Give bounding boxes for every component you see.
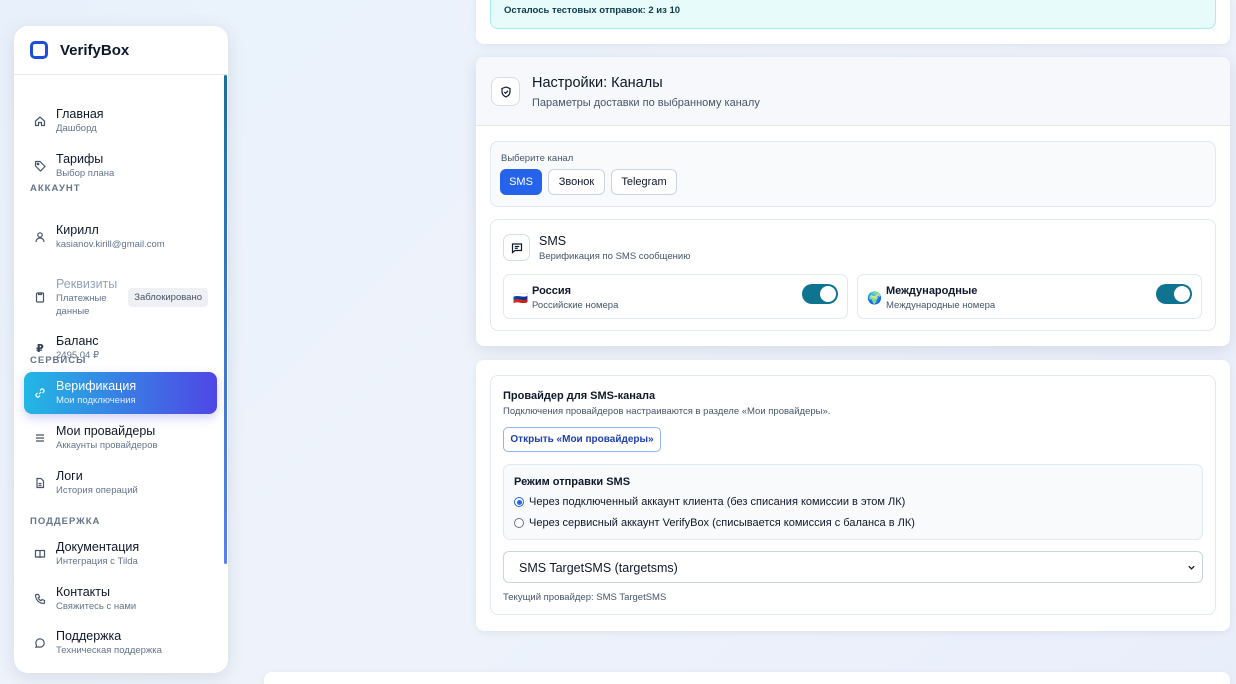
channel-select-label: Выберите канал (501, 153, 574, 164)
channel-option-telegram[interactable]: Telegram (611, 169, 677, 195)
radio-label: Через сервисный аккаунт VerifyBox (списы… (529, 517, 915, 529)
sidebar-item-providers[interactable]: Мои провайдеры Аккаунты провайдеров (24, 417, 217, 459)
region-title: Международные (886, 285, 978, 297)
globe-icon: 🌍 (867, 291, 882, 305)
sidebar-item-verification[interactable]: Верификация Мои подключения (24, 372, 217, 414)
sidebar-item-label: Тарифы (56, 152, 104, 166)
user-icon (24, 231, 56, 243)
sidebar-item-sub: История операций (56, 485, 138, 496)
sidebar-item-sub: kasianov.kirill@gmail.com (56, 239, 165, 250)
section-label-support: ПОДДЕРЖКА (30, 516, 101, 527)
current-provider-text: Текущий провайдер: SMS TargetSMS (503, 592, 667, 603)
channel-option-sms[interactable]: SMS (500, 169, 542, 195)
region-russia-toggle[interactable] (802, 284, 838, 304)
book-icon (24, 548, 56, 560)
radio-button[interactable] (514, 518, 524, 528)
channel-selector: Выберите канал SMS Звонок Telegram (490, 141, 1216, 207)
shield-check-icon (491, 77, 520, 106)
sidebar-item-sub: Свяжитесь с нами (56, 601, 137, 612)
test-sends-card: Осталось тестовых отправок: 2 из 10 (476, 0, 1230, 44)
section-label-account: АККАУНТ (30, 183, 81, 194)
sidebar-item-label: Документация (56, 540, 140, 554)
sidebar-item-sub: Платежные данные (56, 292, 107, 317)
channels-settings-card: Настройки: Каналы Параметры доставки по … (476, 57, 1230, 346)
region-international: 🌍 Международные Международные номера (857, 274, 1202, 319)
document-icon (24, 477, 56, 489)
sidebar-item-requisites[interactable]: Реквизиты Платежные данные Заблокировано (24, 271, 217, 323)
sidebar-item-label: Верификация (56, 379, 137, 393)
sidebar-item-sub: Выбор плана (56, 168, 115, 179)
sidebar-item-label: Баланс (56, 334, 99, 348)
channel-option-call[interactable]: Звонок (548, 169, 605, 195)
sms-title: SMS (539, 234, 567, 248)
provider-card: Провайдер для SMS-канала Подключения про… (476, 360, 1230, 631)
next-card (264, 672, 1230, 684)
logo-icon (30, 41, 48, 59)
sidebar-item-sub: Аккаунты провайдеров (56, 440, 158, 451)
section-label-services: СЕРВИСЫ (30, 355, 87, 366)
radio-button[interactable] (514, 497, 524, 507)
sms-mode-option-client[interactable]: Через подключенный аккаунт клиента (без … (514, 496, 905, 508)
region-international-toggle[interactable] (1156, 284, 1192, 304)
brand[interactable]: VerifyBox (14, 26, 228, 75)
sms-subtitle: Верификация по SMS сообщению (539, 251, 691, 262)
test-sends-text: Осталось тестовых отправок: 2 из 10 (504, 5, 681, 16)
russia-flag-icon: 🇷🇺 (513, 291, 528, 305)
provider-subtitle: Подключения провайдеров настраиваются в … (503, 406, 831, 417)
sidebar-item-label: Реквизиты (56, 276, 118, 291)
radio-label: Через подключенный аккаунт клиента (без … (529, 496, 906, 508)
chevron-down-icon (1188, 565, 1195, 570)
region-subtitle: Российские номера (532, 300, 619, 311)
sidebar-item-logs[interactable]: Логи История операций (24, 462, 217, 504)
channels-subtitle: Параметры доставки по выбранному каналу (532, 97, 760, 109)
chat-icon (24, 637, 56, 649)
sidebar-item-sub: Мои подключения (56, 395, 136, 406)
region-subtitle: Международные номера (886, 300, 996, 311)
sidebar: VerifyBox Главная Дашборд Тарифы Выбор п… (14, 26, 228, 673)
sms-mode-box: Режим отправки SMS Через подключенный ак… (503, 464, 1203, 540)
open-providers-button[interactable]: Открыть «Мои провайдеры» (503, 427, 661, 452)
sidebar-item-label: Поддержка (56, 629, 122, 643)
list-icon (24, 432, 56, 444)
message-icon (503, 234, 530, 261)
clipboard-icon (24, 291, 56, 303)
sidebar-item-sub: Дашборд (56, 123, 97, 134)
sidebar-item-profile[interactable]: Кирилл kasianov.kirill@gmail.com (24, 216, 217, 258)
sidebar-item-sub: Интеграция с Tilda (56, 556, 138, 567)
sidebar-item-label: Главная (56, 107, 104, 121)
channels-title: Настройки: Каналы (532, 75, 663, 91)
region-title: Россия (532, 285, 572, 297)
sidebar-item-docs[interactable]: Документация Интеграция с Tilda (24, 533, 217, 575)
locked-badge: Заблокировано (128, 288, 208, 307)
sidebar-item-home[interactable]: Главная Дашборд (24, 100, 217, 142)
ruble-icon: ₽ (36, 342, 44, 355)
provider-select-value: SMS TargetSMS (targetsms) (519, 561, 678, 575)
brand-name: VerifyBox (60, 41, 130, 59)
sidebar-item-label: Кирилл (56, 223, 99, 237)
sidebar-scrollbar[interactable] (224, 75, 227, 564)
provider-title: Провайдер для SMS-канала (503, 390, 656, 402)
sidebar-item-label: Контакты (56, 585, 110, 599)
sms-mode-option-service[interactable]: Через сервисный аккаунт VerifyBox (списы… (514, 517, 915, 529)
channels-header: Настройки: Каналы Параметры доставки по … (476, 57, 1230, 126)
provider-select[interactable]: SMS TargetSMS (targetsms) (503, 551, 1203, 583)
sidebar-item-label: Логи (56, 469, 83, 483)
sms-settings: SMS Верификация по SMS сообщению 🇷🇺 Росс… (490, 219, 1216, 331)
sms-mode-title: Режим отправки SMS (514, 476, 631, 488)
link-icon (24, 387, 56, 399)
home-icon (24, 115, 56, 127)
phone-icon (24, 593, 56, 605)
tag-icon (24, 160, 56, 172)
test-sends-notice: Осталось тестовых отправок: 2 из 10 (490, 0, 1216, 29)
sidebar-item-contacts[interactable]: Контакты Свяжитесь с нами (24, 578, 217, 620)
sidebar-item-label: Мои провайдеры (56, 424, 156, 438)
sidebar-item-sub: Техническая поддержка (56, 645, 162, 656)
region-russia: 🇷🇺 Россия Российские номера (503, 274, 848, 319)
provider-settings: Провайдер для SMS-канала Подключения про… (490, 375, 1216, 615)
sidebar-item-support[interactable]: Поддержка Техническая поддержка (24, 622, 217, 664)
sidebar-item-tariffs[interactable]: Тарифы Выбор плана (24, 145, 217, 187)
